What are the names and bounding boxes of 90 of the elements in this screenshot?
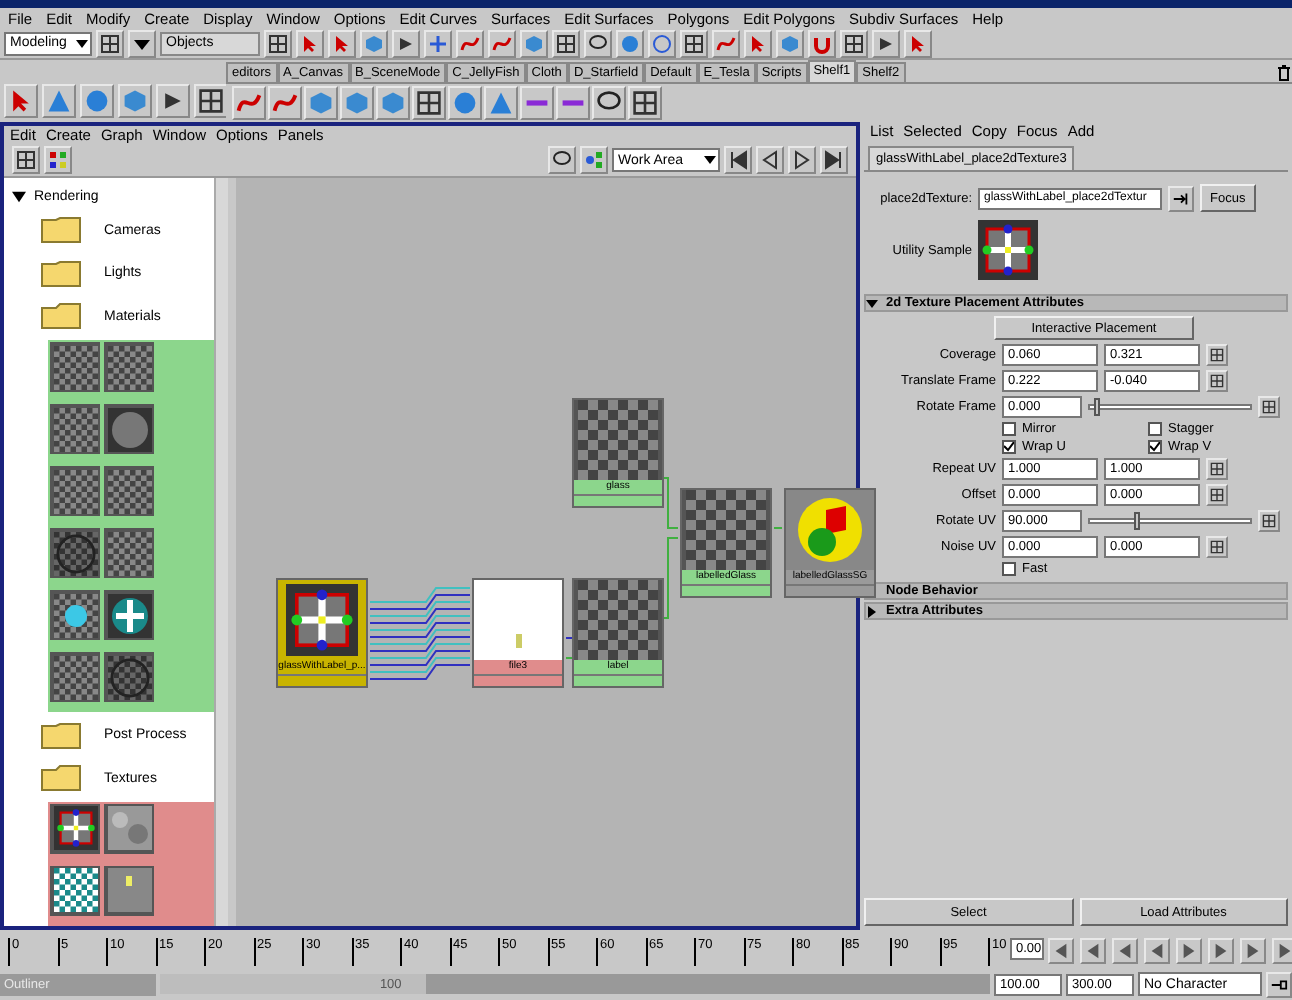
- magnet-icon[interactable]: [808, 29, 836, 57]
- checker-swatch: [686, 490, 766, 570]
- grid-icon[interactable]: [264, 29, 292, 57]
- grid-icon[interactable]: [412, 86, 446, 120]
- folder-icon: [40, 721, 84, 750]
- cone-icon[interactable]: [484, 86, 518, 120]
- play-back-icon[interactable]: [1143, 937, 1170, 963]
- folder-icon: [40, 216, 84, 245]
- sphere-swatch: [107, 407, 151, 452]
- expanded-arrow-icon[interactable]: [12, 189, 26, 204]
- forward-icon[interactable]: [788, 146, 816, 174]
- check-icon: [1004, 442, 1014, 452]
- map-icon[interactable]: [1206, 536, 1228, 558]
- folder-icon: [40, 302, 84, 331]
- map-icon[interactable]: [1206, 370, 1228, 392]
- utility-sample-swatch: [978, 220, 1038, 280]
- folder-icon: [40, 764, 84, 793]
- checker-swatch: [107, 469, 151, 514]
- placement-swatch: [286, 584, 358, 656]
- noise-swatch: [107, 806, 151, 851]
- striped-ball-swatch: [107, 593, 151, 638]
- sphere-icon[interactable]: [80, 84, 114, 118]
- cone-icon[interactable]: [42, 84, 76, 118]
- swatches-icon[interactable]: [44, 146, 72, 174]
- checker-swatch: [107, 345, 151, 390]
- file-texture-swatch: [107, 868, 151, 913]
- map-icon[interactable]: [1206, 484, 1228, 506]
- expanded-arrow-icon: [866, 297, 878, 309]
- checker-swatch: [107, 531, 151, 576]
- map-icon[interactable]: [1258, 510, 1280, 532]
- step-back-icon[interactable]: [724, 146, 752, 174]
- checkbox[interactable]: [1002, 440, 1016, 454]
- step-forward-icon[interactable]: [820, 146, 848, 174]
- input-icon[interactable]: [1168, 185, 1194, 211]
- cube-icon[interactable]: [340, 86, 374, 120]
- checkbox[interactable]: [1148, 422, 1162, 436]
- checkbox[interactable]: [1002, 422, 1016, 436]
- grid-icon[interactable]: [840, 29, 868, 57]
- curve-icon[interactable]: [488, 29, 516, 57]
- check-icon: [1150, 442, 1160, 452]
- list-icon[interactable]: [12, 146, 40, 174]
- step-back-icon[interactable]: [1079, 937, 1106, 963]
- map-icon[interactable]: [1206, 458, 1228, 480]
- curve-icon[interactable]: [712, 29, 740, 57]
- folder-icon: [40, 259, 84, 288]
- checker-swatch: [578, 580, 658, 660]
- key-back-icon[interactable]: [1111, 937, 1138, 963]
- lasso-icon[interactable]: [592, 86, 626, 120]
- caret-icon[interactable]: [128, 29, 156, 57]
- map-icon[interactable]: [1258, 396, 1280, 418]
- back-icon[interactable]: [756, 146, 784, 174]
- scrollbar[interactable]: [214, 178, 228, 926]
- plus-icon[interactable]: [424, 29, 452, 57]
- checker-sphere-swatch: [107, 655, 151, 700]
- curve-icon[interactable]: [456, 29, 484, 57]
- lasso-icon[interactable]: [584, 29, 612, 57]
- collapsed-arrow-icon: [866, 605, 878, 617]
- grid-icon[interactable]: [680, 29, 708, 57]
- slider-thumb[interactable]: [1093, 398, 1100, 416]
- go-end-icon[interactable]: [1271, 937, 1292, 963]
- cube-icon[interactable]: [776, 29, 804, 57]
- checker-swatch: [53, 469, 97, 514]
- grid-icon[interactable]: [628, 86, 662, 120]
- checker-swatch: [578, 400, 658, 480]
- grid-icon[interactable]: [552, 29, 580, 57]
- grid-icon[interactable]: [194, 84, 228, 118]
- trash-icon[interactable]: [1276, 64, 1292, 82]
- checkbox[interactable]: [1148, 440, 1162, 454]
- checker-sphere-swatch: [53, 531, 97, 576]
- checker-swatch: [53, 655, 97, 700]
- checkerboard-swatch: [53, 868, 97, 913]
- curve-icon[interactable]: [268, 86, 302, 120]
- map-icon[interactable]: [1206, 344, 1228, 366]
- key-forward-icon[interactable]: [1207, 937, 1234, 963]
- connection-line: [565, 637, 573, 639]
- graph-icon[interactable]: [580, 146, 608, 174]
- slider-thumb[interactable]: [1134, 512, 1141, 530]
- checker-swatch: [53, 345, 97, 390]
- cube-icon[interactable]: [304, 86, 338, 120]
- glow-swatch: [53, 593, 97, 638]
- placement-swatch: [53, 806, 97, 851]
- step-forward-icon[interactable]: [1239, 937, 1266, 963]
- play-icon[interactable]: [1175, 937, 1202, 963]
- curve-icon[interactable]: [232, 86, 266, 120]
- checkbox[interactable]: [1002, 562, 1016, 576]
- texture-mark-icon: [515, 633, 521, 647]
- key-icon[interactable]: [1266, 971, 1292, 997]
- go-start-icon[interactable]: [1047, 937, 1074, 963]
- checker-swatch: [53, 407, 97, 452]
- connection-line: [773, 527, 783, 529]
